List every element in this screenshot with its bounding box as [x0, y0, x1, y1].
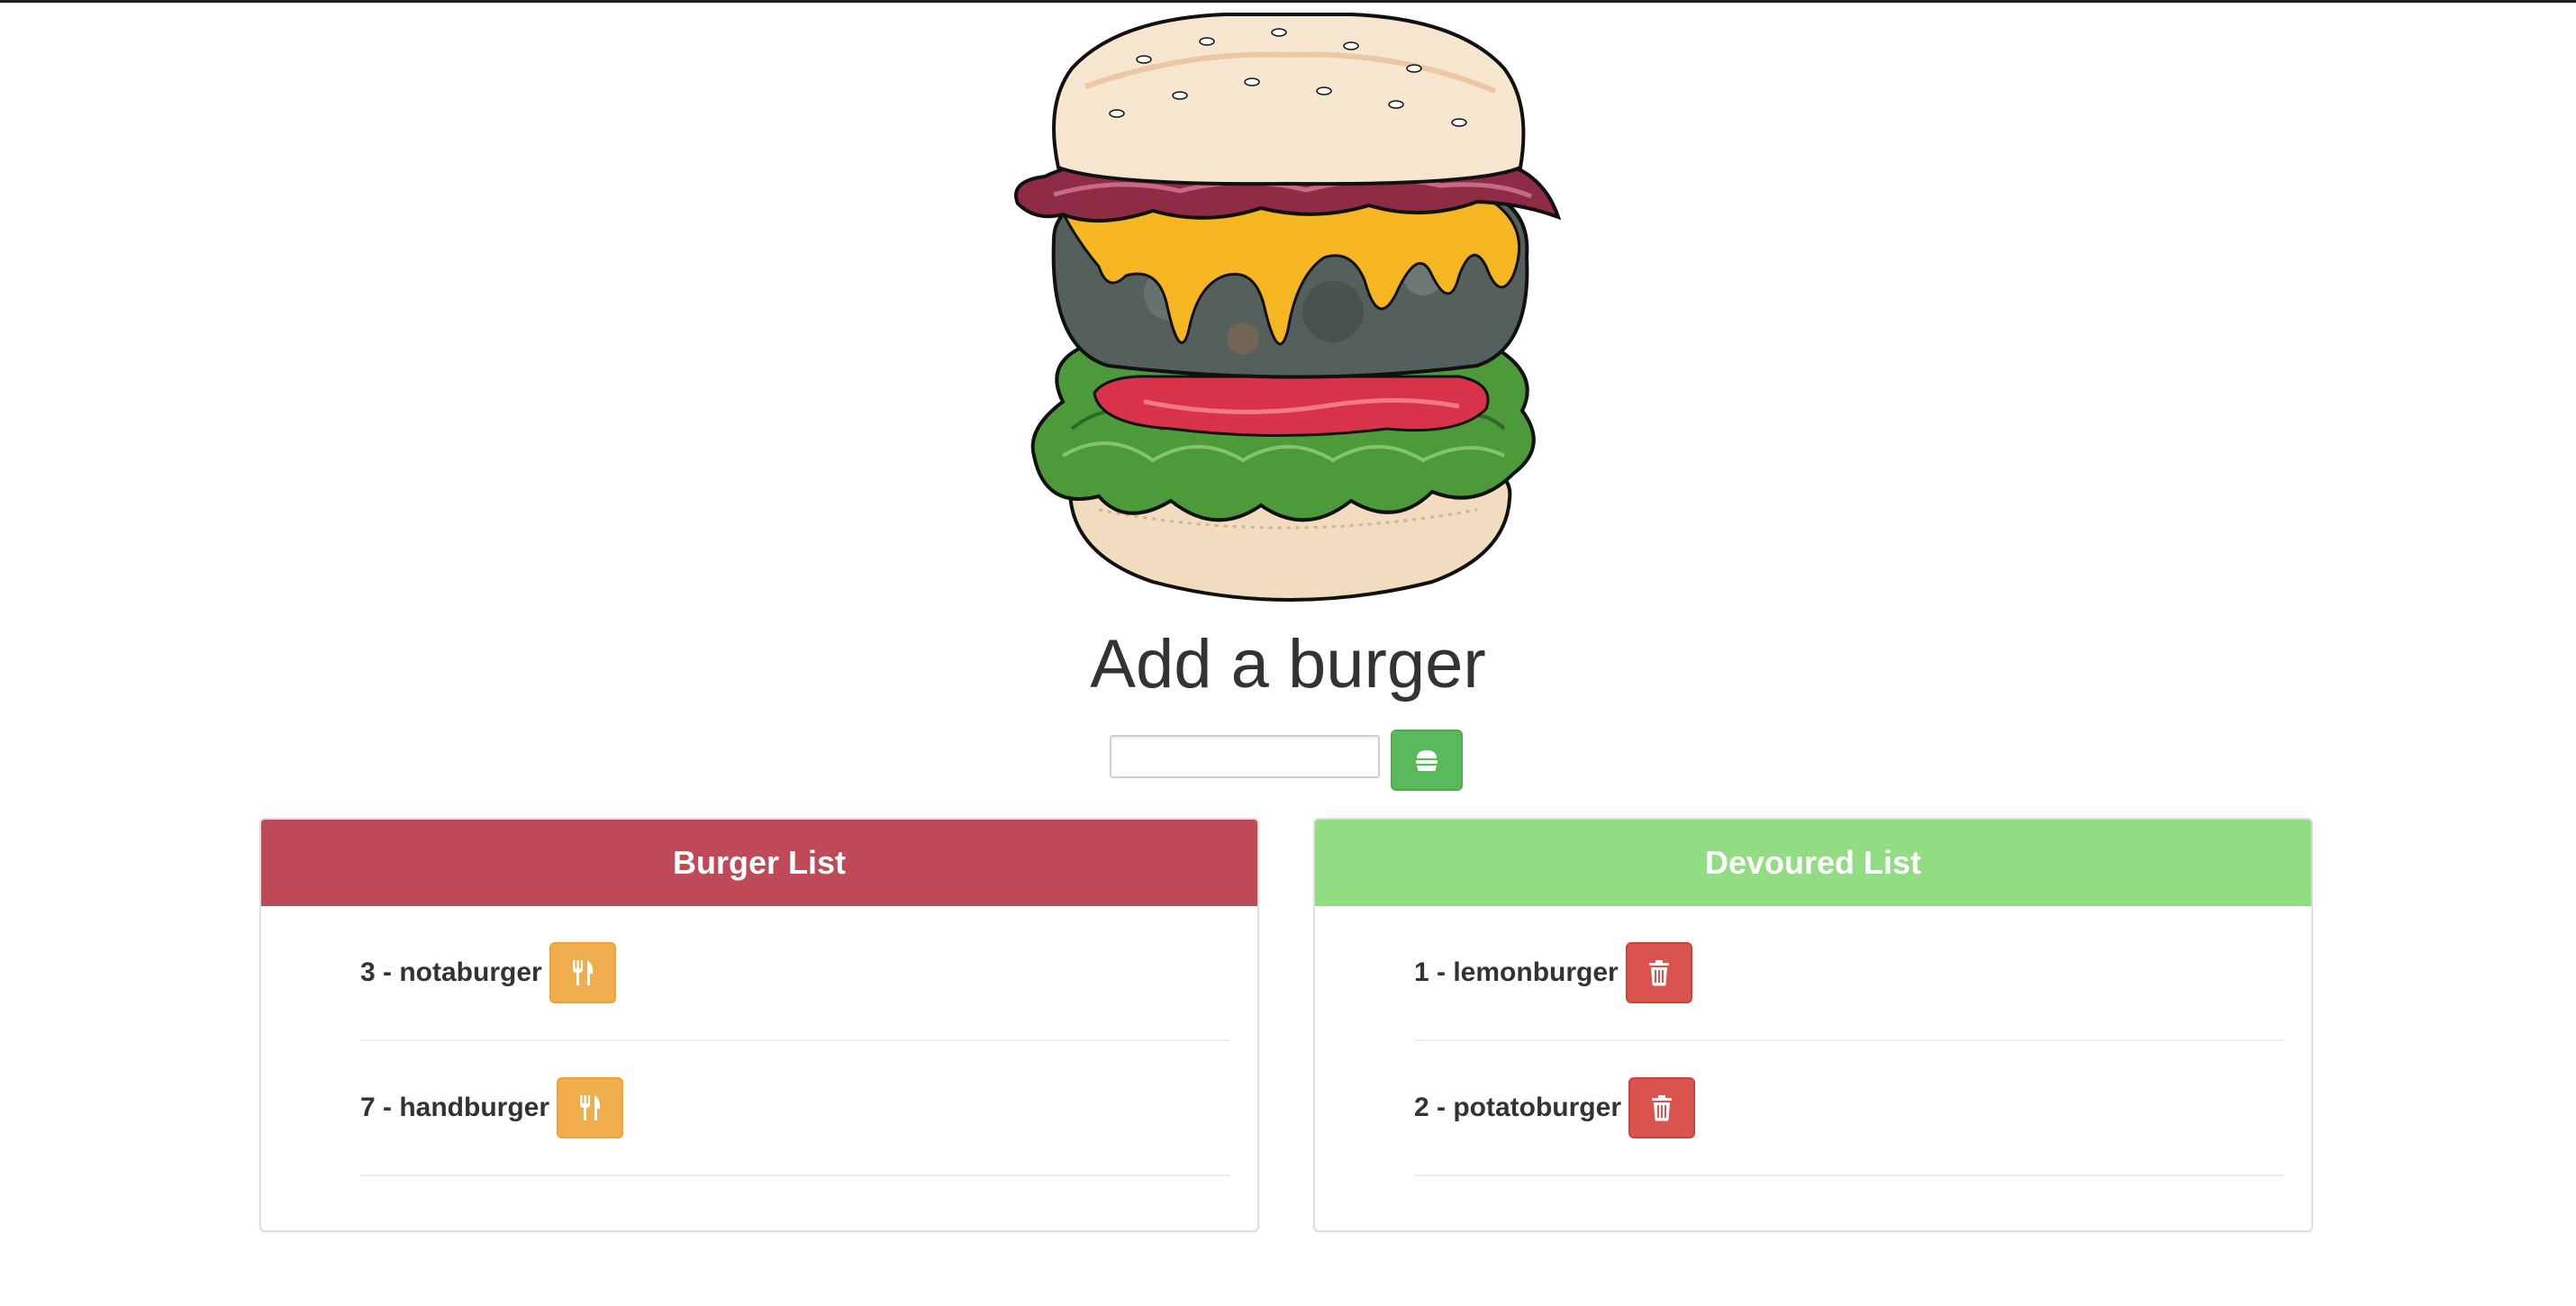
burger-name: 2 - potatoburger: [1414, 1093, 1621, 1122]
devoured-list-body: 1 - lemonburger 2 - potatoburger: [1315, 906, 2311, 1176]
delete-button[interactable]: [1628, 1077, 1695, 1138]
burger-name-input[interactable]: [1110, 735, 1380, 778]
burger-icon: [1416, 750, 1438, 771]
page-title: Add a burger: [1090, 626, 1486, 703]
devoured-list-panel: Devoured List 1 - lemonburger 2 - potato…: [1313, 818, 2313, 1232]
burger-name: 1 - lemonburger: [1414, 957, 1619, 987]
devoured-list-item: 2 - potatoburger: [1414, 1041, 2284, 1176]
burger-list-item: 3 - notaburger: [360, 906, 1230, 1041]
devour-button[interactable]: [557, 1077, 624, 1138]
trash-icon: [1652, 1095, 1672, 1121]
utensils-icon: [580, 1095, 601, 1120]
burger-name: 3 - notaburger: [360, 957, 542, 987]
burger-illustration: [1014, 13, 1562, 602]
top-border: [0, 0, 2576, 3]
burger-list-panel: Burger List 3 - notaburger 7 - handburge…: [259, 818, 1259, 1232]
burger-list-header: Burger List: [261, 820, 1257, 906]
burger-list-item: 7 - handburger: [360, 1041, 1230, 1176]
burger-list-body: 3 - notaburger 7 - handburger: [261, 906, 1257, 1176]
burger-name: 7 - handburger: [360, 1093, 550, 1122]
add-burger-button[interactable]: [1391, 730, 1463, 791]
devoured-list-item: 1 - lemonburger: [1414, 906, 2284, 1041]
delete-button[interactable]: [1625, 942, 1692, 1003]
devoured-list-header: Devoured List: [1315, 820, 2311, 906]
devour-button[interactable]: [549, 942, 616, 1003]
utensils-icon: [572, 960, 593, 985]
trash-icon: [1648, 960, 1669, 986]
